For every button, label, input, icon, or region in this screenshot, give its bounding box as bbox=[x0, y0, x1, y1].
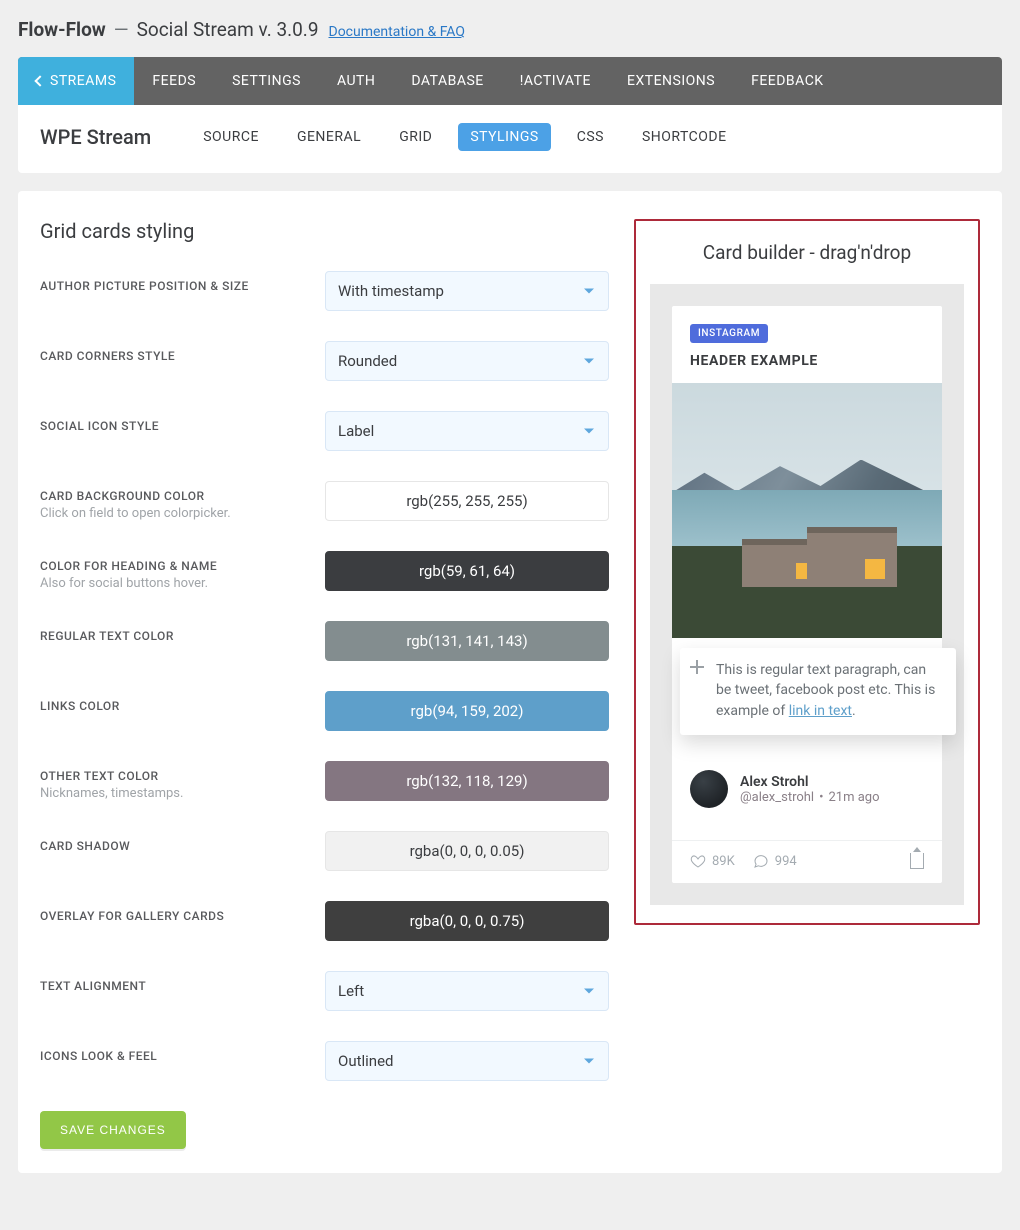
label-other-text-color: OTHER TEXT COLOR bbox=[40, 769, 325, 783]
main-nav: STREAMS FEEDS SETTINGS AUTH DATABASE !AC… bbox=[18, 57, 1002, 105]
stream-sub-tabs: SOURCE GENERAL GRID STYLINGS CSS SHORTCO… bbox=[191, 123, 738, 151]
row-card-bg-color: CARD BACKGROUND COLOR Click on field to … bbox=[40, 481, 620, 521]
select-card-corners[interactable]: Rounded bbox=[325, 341, 609, 381]
select-social-icon-style[interactable]: Label bbox=[325, 411, 609, 451]
comment-icon bbox=[753, 853, 769, 869]
app-title: Flow-Flow bbox=[18, 18, 106, 41]
author-name: Alex Strohl bbox=[740, 774, 880, 790]
select-author-picture[interactable]: With timestamp bbox=[325, 271, 609, 311]
section-title: Grid cards styling bbox=[40, 219, 620, 243]
tab-database[interactable]: DATABASE bbox=[393, 57, 501, 105]
preview-title: Card builder - drag'n'drop bbox=[650, 241, 964, 264]
avatar bbox=[690, 770, 728, 808]
tab-settings[interactable]: SETTINGS bbox=[214, 57, 319, 105]
stream-name: WPE Stream bbox=[40, 125, 151, 149]
label-social-icon-style: SOCIAL ICON STYLE bbox=[40, 419, 325, 433]
save-changes-button[interactable]: SAVE CHANGES bbox=[40, 1111, 186, 1149]
color-overlay-gallery[interactable]: rgba(0, 0, 0, 0.75) bbox=[325, 901, 609, 941]
tab-auth[interactable]: AUTH bbox=[319, 57, 393, 105]
move-icon bbox=[690, 660, 704, 674]
row-links-color: LINKS COLOR rgb(94, 159, 202) bbox=[40, 691, 620, 731]
social-badge: INSTAGRAM bbox=[690, 324, 768, 343]
row-card-shadow: CARD SHADOW rgba(0, 0, 0, 0.05) bbox=[40, 831, 620, 871]
row-heading-color: COLOR FOR HEADING & NAME Also for social… bbox=[40, 551, 620, 591]
chevron-down-icon bbox=[584, 289, 594, 294]
subtab-css[interactable]: CSS bbox=[565, 123, 616, 151]
row-overlay-gallery: OVERLAY FOR GALLERY CARDS rgba(0, 0, 0, … bbox=[40, 901, 620, 941]
color-other-text[interactable]: rgb(132, 118, 129) bbox=[325, 761, 609, 801]
label-overlay-gallery: OVERLAY FOR GALLERY CARDS bbox=[40, 909, 325, 923]
color-card-shadow[interactable]: rgba(0, 0, 0, 0.05) bbox=[325, 831, 609, 871]
card-builder-area: Card builder - drag'n'drop INSTAGRAM HEA… bbox=[634, 219, 980, 925]
chevron-down-icon bbox=[584, 359, 594, 364]
chevron-down-icon bbox=[584, 429, 594, 434]
tab-activate[interactable]: !ACTIVATE bbox=[502, 57, 609, 105]
timestamp: 21m ago bbox=[828, 790, 879, 805]
hint-other-text-color: Nicknames, timestamps. bbox=[40, 786, 325, 801]
doc-faq-link[interactable]: Documentation & FAQ bbox=[329, 24, 465, 40]
comments-count: 994 bbox=[775, 854, 797, 869]
label-card-corners: CARD CORNERS STYLE bbox=[40, 349, 325, 363]
subtab-general[interactable]: GENERAL bbox=[285, 123, 373, 151]
row-text-alignment: TEXT ALIGNMENT Left bbox=[40, 971, 620, 1011]
share-icon[interactable] bbox=[910, 853, 924, 869]
likes-count: 89K bbox=[712, 854, 735, 869]
subtab-stylings[interactable]: STYLINGS bbox=[458, 123, 550, 151]
label-links-color: LINKS COLOR bbox=[40, 699, 325, 713]
page-header: Flow-Flow — Social Stream v. 3.0.9 Docum… bbox=[18, 18, 1002, 41]
tab-streams[interactable]: STREAMS bbox=[18, 57, 134, 105]
heart-icon bbox=[690, 853, 706, 869]
author-handle: @alex_strohl bbox=[740, 790, 814, 805]
app-subtitle: Social Stream v. 3.0.9 bbox=[137, 18, 319, 41]
row-card-corners: CARD CORNERS STYLE Rounded bbox=[40, 341, 620, 381]
subtab-grid[interactable]: GRID bbox=[387, 123, 444, 151]
styling-form: Grid cards styling AUTHOR PICTURE POSITI… bbox=[40, 219, 620, 1149]
chevron-down-icon bbox=[584, 1059, 594, 1064]
row-regular-text-color: REGULAR TEXT COLOR rgb(131, 141, 143) bbox=[40, 621, 620, 661]
title-separator: — bbox=[114, 18, 129, 41]
select-text-alignment[interactable]: Left bbox=[325, 971, 609, 1011]
stream-sub-bar: WPE Stream SOURCE GENERAL GRID STYLINGS … bbox=[18, 105, 1002, 173]
author-meta: @alex_strohl•21m ago bbox=[740, 790, 880, 805]
label-card-shadow: CARD SHADOW bbox=[40, 839, 325, 853]
tab-streams-label: STREAMS bbox=[50, 73, 116, 89]
subtab-source[interactable]: SOURCE bbox=[191, 123, 271, 151]
content-panel: Grid cards styling AUTHOR PICTURE POSITI… bbox=[18, 191, 1002, 1173]
preview-card[interactable]: INSTAGRAM HEADER EXAMPLE twex This is re… bbox=[672, 306, 942, 883]
chevron-down-icon bbox=[584, 989, 594, 994]
card-body: twex This is regular text paragraph, can… bbox=[672, 638, 942, 826]
label-author-picture: AUTHOR PICTURE POSITION & SIZE bbox=[40, 279, 325, 293]
card-footer: 89K 994 bbox=[672, 840, 942, 883]
likes-stat[interactable]: 89K bbox=[690, 853, 735, 869]
body-example-link[interactable]: link in text bbox=[789, 703, 852, 719]
color-links[interactable]: rgb(94, 159, 202) bbox=[325, 691, 609, 731]
row-author-picture: AUTHOR PICTURE POSITION & SIZE With time… bbox=[40, 271, 620, 311]
color-regular-text[interactable]: rgb(131, 141, 143) bbox=[325, 621, 609, 661]
tab-feedback[interactable]: FEEDBACK bbox=[733, 57, 842, 105]
label-card-bg-color: CARD BACKGROUND COLOR bbox=[40, 489, 325, 503]
tab-feeds[interactable]: FEEDS bbox=[134, 57, 214, 105]
row-social-icon-style: SOCIAL ICON STYLE Label bbox=[40, 411, 620, 451]
hint-card-bg-color: Click on field to open colorpicker. bbox=[40, 506, 325, 521]
preview-canvas: INSTAGRAM HEADER EXAMPLE twex This is re… bbox=[650, 284, 964, 905]
color-heading-name[interactable]: rgb(59, 61, 64) bbox=[325, 551, 609, 591]
label-text-alignment: TEXT ALIGNMENT bbox=[40, 979, 325, 993]
hint-heading-color: Also for social buttons hover. bbox=[40, 576, 325, 591]
color-card-background[interactable]: rgb(255, 255, 255) bbox=[325, 481, 609, 521]
label-heading-color: COLOR FOR HEADING & NAME bbox=[40, 559, 325, 573]
tab-extensions[interactable]: EXTENSIONS bbox=[609, 57, 733, 105]
subtab-shortcode[interactable]: SHORTCODE bbox=[630, 123, 739, 151]
label-regular-text-color: REGULAR TEXT COLOR bbox=[40, 629, 325, 643]
comments-stat[interactable]: 994 bbox=[753, 853, 797, 869]
draggable-text-block[interactable]: This is regular text paragraph, can be t… bbox=[680, 648, 956, 735]
select-icons-look[interactable]: Outlined bbox=[325, 1041, 609, 1081]
card-image bbox=[672, 383, 942, 638]
row-other-text-color: OTHER TEXT COLOR Nicknames, timestamps. … bbox=[40, 761, 620, 801]
label-icons-look: ICONS LOOK & FEEL bbox=[40, 1049, 325, 1063]
chevron-left-icon bbox=[34, 75, 45, 86]
card-heading: HEADER EXAMPLE bbox=[690, 353, 924, 369]
row-icons-look: ICONS LOOK & FEEL Outlined bbox=[40, 1041, 620, 1081]
